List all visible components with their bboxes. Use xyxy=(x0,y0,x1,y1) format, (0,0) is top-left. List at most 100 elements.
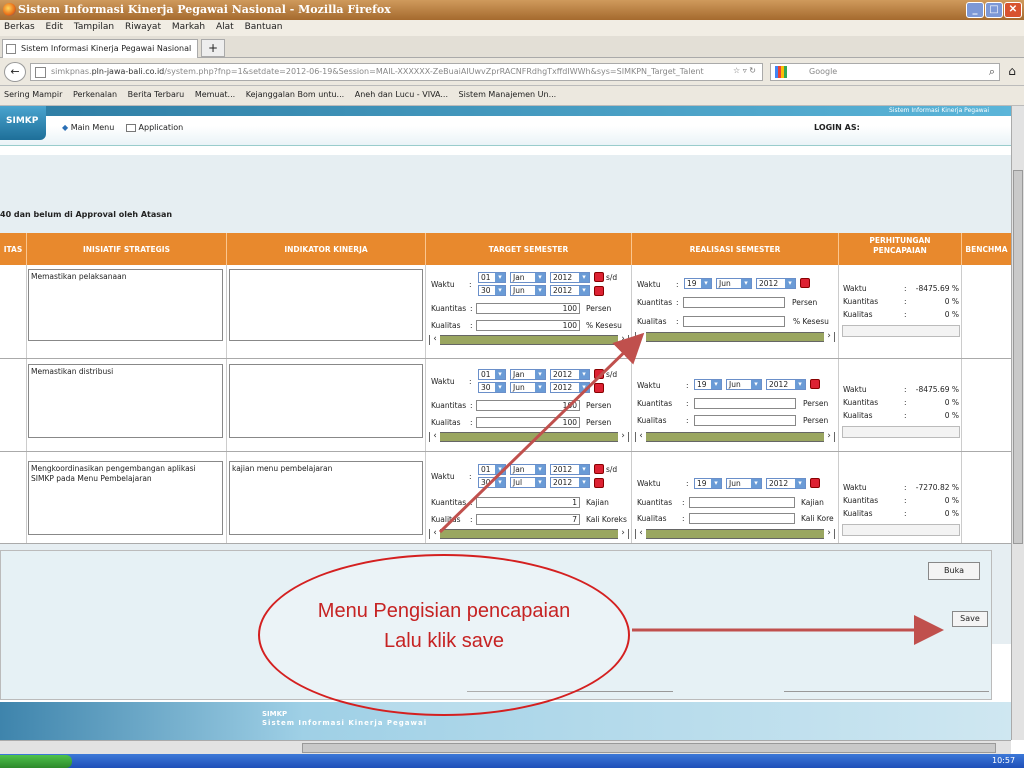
target-start-day[interactable]: 01 xyxy=(478,272,506,283)
realisasi-kuantitas-input[interactable] xyxy=(694,398,796,409)
realisasi-day[interactable]: 19 xyxy=(694,379,722,390)
calendar-icon[interactable] xyxy=(594,383,604,393)
bookmark-aneh-lucu[interactable]: Aneh dan Lucu - VIVA... xyxy=(355,90,448,99)
target-kuantitas-input[interactable]: 1 xyxy=(476,497,580,508)
target-kuantitas-input[interactable]: 100 xyxy=(476,303,580,314)
calendar-icon[interactable] xyxy=(594,272,604,282)
realisasi-year[interactable]: 2012 xyxy=(756,278,796,289)
pencapaian-scrollbar[interactable] xyxy=(842,325,960,337)
menu-bantuan[interactable]: Bantuan xyxy=(245,22,283,32)
vertical-scroll-thumb[interactable] xyxy=(1013,170,1023,544)
target-kualitas-input[interactable]: 100 xyxy=(476,320,580,331)
bookmark-kejanggalan[interactable]: Kejanggalan Bom untu... xyxy=(246,90,344,99)
inisiatif-textarea[interactable]: Mengkoordinasikan pengembangan aplikasi … xyxy=(28,461,223,535)
inisiatif-textarea[interactable]: Memastikan pelaksanaan xyxy=(28,269,223,341)
horizontal-scroll-thumb[interactable] xyxy=(302,743,996,753)
realisasi-month[interactable]: Jun xyxy=(716,278,752,289)
bookmark-sistem-manajemen[interactable]: Sistem Manajemen Un... xyxy=(459,90,557,99)
minimize-button[interactable]: _ xyxy=(966,2,984,18)
search-box[interactable]: Google ⌕ xyxy=(770,63,1000,81)
target-kualitas-input[interactable]: 100 xyxy=(476,417,580,428)
realisasi-kualitas-input[interactable] xyxy=(689,513,795,524)
menu-tampilan[interactable]: Tampilan xyxy=(74,22,114,32)
site-identity-icon[interactable] xyxy=(35,67,46,78)
pencapaian-scrollbar[interactable] xyxy=(842,426,960,438)
target-end-day[interactable]: 30 xyxy=(478,382,506,393)
target-start-month[interactable]: Jan xyxy=(510,272,546,283)
target-start-month[interactable]: Jan xyxy=(510,464,546,475)
target-kualitas-unit: % Kesesu xyxy=(586,321,622,330)
save-button[interactable]: Save xyxy=(952,611,988,627)
realisasi-month[interactable]: Jun xyxy=(726,478,762,489)
calendar-icon[interactable] xyxy=(800,278,810,288)
calendar-icon[interactable] xyxy=(594,286,604,296)
main-menu-link[interactable]: ◆ Main Menu xyxy=(62,123,114,132)
star-icon[interactable]: ☆ ▿ ↻ xyxy=(733,66,756,75)
google-icon[interactable] xyxy=(775,66,787,78)
application-link[interactable]: Application xyxy=(126,123,183,132)
target-end-year[interactable]: 2012 xyxy=(550,285,590,296)
realisasi-kuantitas-input[interactable] xyxy=(689,497,795,508)
target-end-year[interactable]: 2012 xyxy=(550,477,590,488)
url-bar[interactable]: simkpnas.pln-jawa-bali.co.id/system.php?… xyxy=(30,63,763,81)
start-button[interactable] xyxy=(0,755,72,768)
target-start-year[interactable]: 2012 xyxy=(550,272,590,283)
realisasi-kualitas-input[interactable] xyxy=(683,316,785,327)
bookmark-perkenalan[interactable]: Perkenalan xyxy=(73,90,117,99)
col-header-target: TARGET SEMESTER xyxy=(426,233,632,265)
realisasi-year[interactable]: 2012 xyxy=(766,478,806,489)
bookmark-berita-terbaru[interactable]: Berita Terbaru xyxy=(128,90,185,99)
colon: : xyxy=(904,496,907,505)
calendar-icon[interactable] xyxy=(594,369,604,379)
realisasi-day[interactable]: 19 xyxy=(684,278,712,289)
inisiatif-textarea[interactable]: Memastikan distribusi xyxy=(28,364,223,438)
target-end-day[interactable]: 30 xyxy=(478,477,506,488)
browser-tab[interactable]: Sistem Informasi Kinerja Pegawai Nasiona… xyxy=(2,39,198,58)
calendar-icon[interactable] xyxy=(594,478,604,488)
realisasi-kuantitas-input[interactable] xyxy=(683,297,785,308)
realisasi-month[interactable]: Jun xyxy=(726,379,762,390)
indikator-textarea[interactable] xyxy=(229,269,423,341)
target-start-year[interactable]: 2012 xyxy=(550,369,590,380)
target-start-year[interactable]: 2012 xyxy=(550,464,590,475)
target-scrollbar[interactable] xyxy=(429,432,629,442)
close-button[interactable]: ✕ xyxy=(1004,2,1022,18)
calendar-icon[interactable] xyxy=(810,379,820,389)
calendar-icon[interactable] xyxy=(810,478,820,488)
realisasi-day[interactable]: 19 xyxy=(694,478,722,489)
menu-alat[interactable]: Alat xyxy=(216,22,234,32)
indikator-textarea[interactable]: kajian menu pembelajaran xyxy=(229,461,423,535)
pencapaian-scrollbar[interactable] xyxy=(842,524,960,536)
target-start-day[interactable]: 01 xyxy=(478,369,506,380)
indikator-textarea[interactable] xyxy=(229,364,423,438)
target-kualitas-input[interactable]: 7 xyxy=(476,514,580,525)
back-button[interactable]: ← xyxy=(4,62,26,82)
target-start-day[interactable]: 01 xyxy=(478,464,506,475)
bookmark-memuat[interactable]: Memuat... xyxy=(195,90,235,99)
target-scrollbar[interactable] xyxy=(429,335,629,345)
realisasi-kualitas-input[interactable] xyxy=(694,415,796,426)
target-end-year[interactable]: 2012 xyxy=(550,382,590,393)
menu-berkas[interactable]: Berkas xyxy=(4,22,35,32)
target-end-month[interactable]: Jun xyxy=(510,285,546,296)
search-icon[interactable]: ⌕ xyxy=(989,65,995,79)
realisasi-scrollbar[interactable] xyxy=(635,432,835,442)
realisasi-scrollbar[interactable] xyxy=(635,332,835,342)
target-start-month[interactable]: Jan xyxy=(510,369,546,380)
target-end-month[interactable]: Jun xyxy=(510,382,546,393)
realisasi-scrollbar[interactable] xyxy=(635,529,835,539)
maximize-button[interactable]: □ xyxy=(985,2,1003,18)
realisasi-year[interactable]: 2012 xyxy=(766,379,806,390)
new-tab-button[interactable]: + xyxy=(201,39,225,57)
menu-edit[interactable]: Edit xyxy=(46,22,63,32)
menu-riwayat[interactable]: Riwayat xyxy=(125,22,161,32)
target-end-month[interactable]: Jul xyxy=(510,477,546,488)
target-kuantitas-input[interactable]: 100 xyxy=(476,400,580,411)
buka-button[interactable]: Buka xyxy=(928,562,980,580)
target-end-day[interactable]: 30 xyxy=(478,285,506,296)
menu-markah[interactable]: Markah xyxy=(172,22,205,32)
bookmark-sering-mampir[interactable]: Sering Mampir xyxy=(4,90,62,99)
home-button[interactable]: ⌂ xyxy=(1004,64,1020,80)
calendar-icon[interactable] xyxy=(594,464,604,474)
target-scrollbar[interactable] xyxy=(429,529,629,539)
